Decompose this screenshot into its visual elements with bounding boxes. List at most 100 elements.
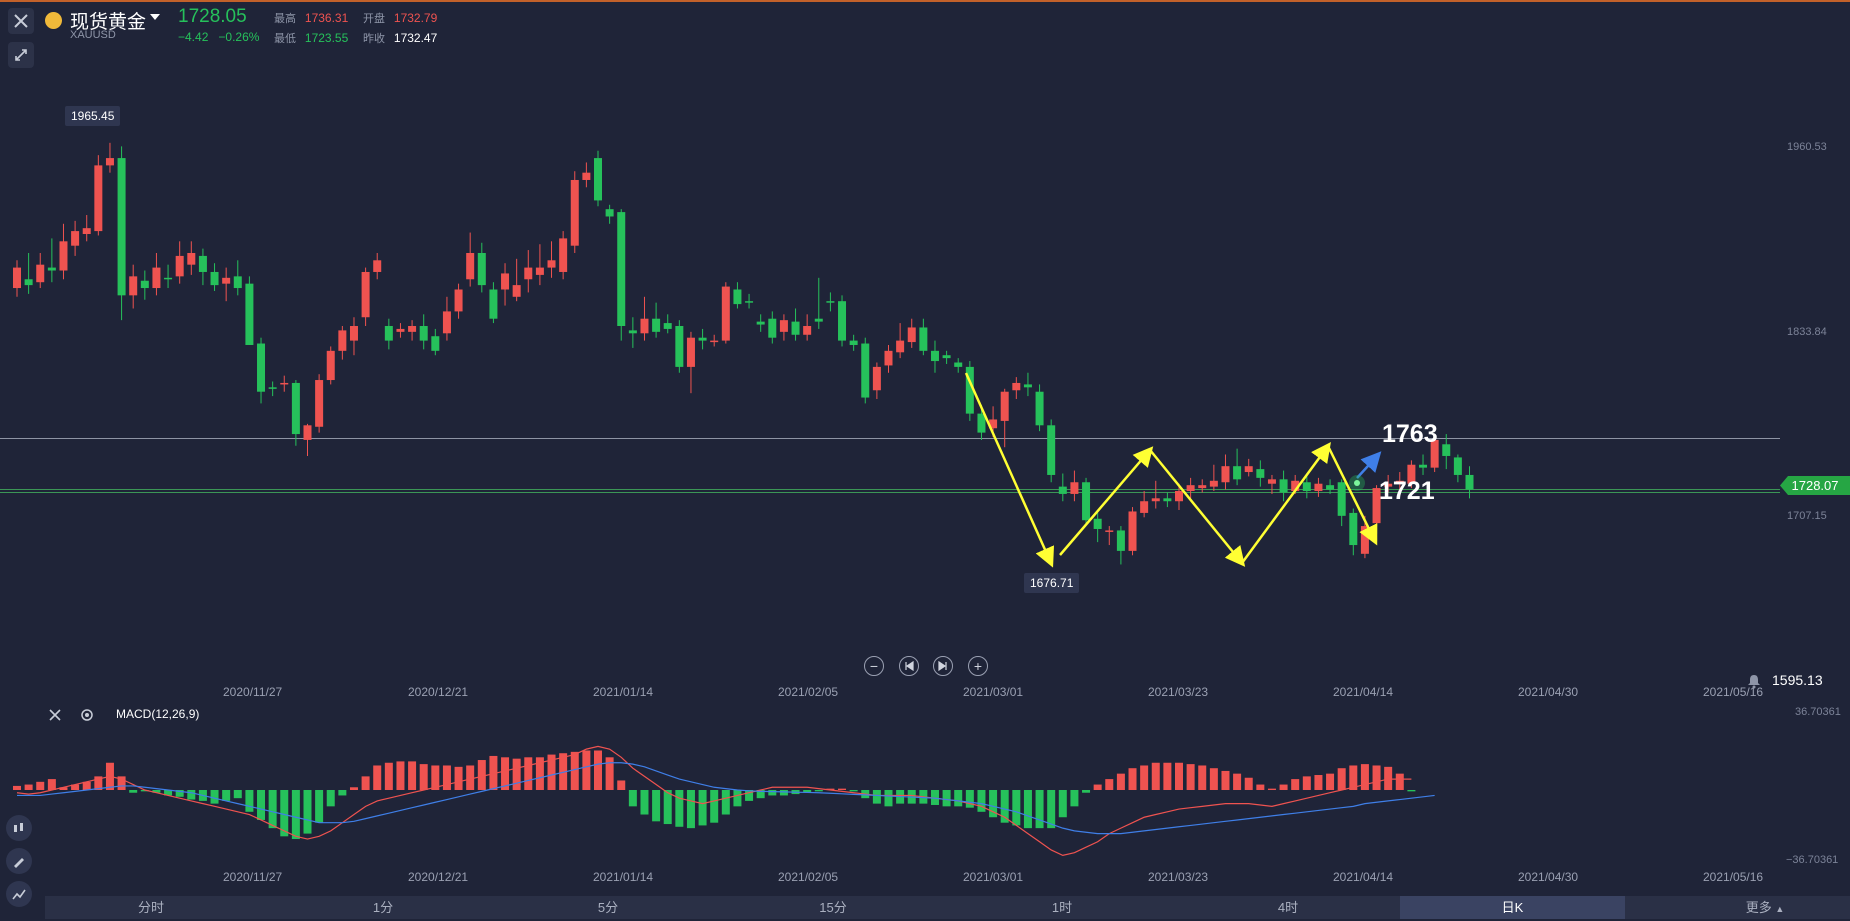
zoom-out-icon: − — [869, 658, 879, 674]
candle-body — [570, 179, 579, 246]
macd-histogram-bar — [466, 765, 475, 790]
macd-histogram-bar — [977, 790, 986, 812]
date-label: 2021/04/14 — [1333, 870, 1394, 884]
macd-histogram-bar — [1256, 784, 1265, 790]
tab-1hour[interactable]: 1时 — [1016, 896, 1108, 919]
candle-body — [303, 425, 312, 440]
macd-histogram-bar — [361, 776, 370, 790]
macd-histogram-bar — [942, 790, 951, 807]
macd-histogram-bar — [733, 790, 742, 807]
candle-body — [477, 252, 486, 286]
candle-body — [1116, 530, 1125, 551]
macd-histogram-bar — [1151, 762, 1160, 790]
candle-body — [721, 286, 730, 341]
settings-icon — [81, 709, 93, 721]
price-axis-label: 1833.84 — [1787, 326, 1827, 338]
macd-close-button[interactable] — [48, 708, 62, 727]
macd-histogram-bar — [1128, 768, 1137, 790]
date-label: 2021/04/30 — [1518, 870, 1579, 884]
macd-histogram-bar — [1116, 773, 1125, 790]
candle-body — [1453, 457, 1462, 475]
macd-histogram-bar — [1360, 764, 1369, 790]
macd-histogram-bar — [326, 790, 335, 807]
current-price-tag: 1728.07 — [1780, 476, 1850, 495]
candle-body — [1186, 485, 1195, 492]
low-marker: 1676.71 — [1024, 573, 1080, 593]
candle-body — [396, 328, 405, 332]
candle-body — [1233, 466, 1242, 480]
candle-body — [1047, 425, 1056, 475]
candle-body — [222, 277, 231, 284]
macd-bottom-value: −36.70361 — [1786, 854, 1839, 866]
candle-body — [349, 326, 358, 341]
macd-histogram-bar — [617, 780, 626, 790]
more-label: 更多 — [1745, 900, 1772, 915]
zoom-in-icon: + — [973, 658, 983, 674]
tab-15min[interactable]: 15分 — [787, 896, 879, 919]
candle-body — [1302, 482, 1311, 492]
candlestick-chart[interactable] — [0, 0, 1850, 919]
indicator-tool-button[interactable] — [6, 881, 32, 907]
candle-body — [710, 340, 719, 343]
tab-daily[interactable]: 日K — [1400, 896, 1625, 919]
more-button[interactable]: 更多 ▲ — [1725, 896, 1805, 919]
step-forward-button[interactable] — [933, 656, 953, 676]
zoom-out-button[interactable]: − — [864, 656, 884, 676]
macd-label: MACD(12,26,9) — [116, 707, 200, 721]
candle-body — [1349, 512, 1358, 546]
macd-histogram-bar — [1302, 776, 1311, 790]
candle-body — [652, 318, 661, 332]
date-label: 2021/03/23 — [1148, 685, 1209, 699]
macd-histogram-bar — [257, 790, 266, 820]
macd-histogram-bar — [1314, 775, 1323, 790]
macd-histogram-bar — [1291, 779, 1300, 790]
candle-body — [1070, 482, 1079, 494]
macd-histogram-bar — [1244, 777, 1253, 790]
macd-histogram-bar — [582, 750, 591, 790]
candle-body — [431, 336, 440, 351]
tab-4hour[interactable]: 4时 — [1242, 896, 1334, 919]
candle-tool-icon — [14, 823, 23, 832]
tab-5min[interactable]: 5分 — [562, 896, 654, 919]
macd-histogram-bar — [1175, 762, 1183, 790]
macd-histogram-bar — [233, 790, 242, 799]
candle-body — [663, 323, 672, 329]
candle-body — [896, 340, 905, 353]
candle-body — [187, 252, 196, 265]
candle-body — [628, 330, 637, 334]
macd-histogram-bar — [268, 790, 277, 829]
macd-histogram-bar — [245, 790, 254, 812]
step-forward-icon — [938, 661, 947, 671]
date-label: 2021/05/16 — [1703, 870, 1764, 884]
candle-body — [884, 350, 893, 366]
macd-histogram-bar — [814, 790, 823, 792]
wave-arrow-4 — [1240, 441, 1331, 564]
date-label: 2021/03/01 — [963, 870, 1024, 884]
candle-body — [233, 276, 242, 289]
candle-body — [1256, 469, 1265, 478]
candle-body — [419, 326, 428, 341]
tab-1min[interactable]: 1分 — [337, 896, 429, 919]
candle-body — [1035, 391, 1044, 426]
candle-body — [640, 318, 649, 334]
step-back-button[interactable] — [899, 656, 919, 676]
macd-histogram-bar — [442, 765, 451, 790]
tab-timeshare[interactable]: 分时 — [105, 896, 197, 919]
candle-body — [779, 320, 788, 332]
macd-histogram-bar — [698, 790, 707, 826]
candle-body — [408, 326, 417, 332]
macd-histogram-bar — [408, 761, 417, 790]
candle-body — [1175, 491, 1183, 502]
candle-tool-button[interactable] — [6, 815, 32, 841]
macd-histogram-bar — [454, 766, 463, 790]
draw-tool-button[interactable] — [6, 848, 32, 874]
candle-body — [1267, 479, 1276, 484]
candle-body — [466, 252, 475, 280]
macd-settings-button[interactable] — [80, 708, 94, 727]
date-label: 2021/03/01 — [963, 685, 1024, 699]
candle-body — [105, 158, 114, 166]
macd-histogram-bar — [210, 790, 219, 804]
candle-body — [315, 380, 324, 427]
zoom-in-button[interactable]: + — [968, 656, 988, 676]
macd-histogram-bar — [1047, 790, 1056, 829]
